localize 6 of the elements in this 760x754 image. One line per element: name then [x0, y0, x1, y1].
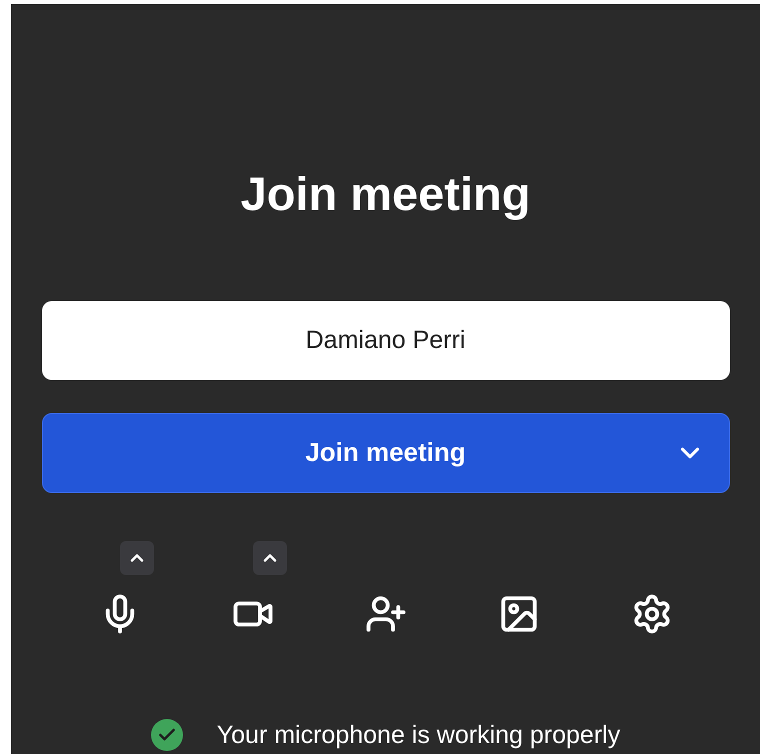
caret-button[interactable]	[252, 540, 286, 574]
title: Join meeting	[240, 166, 530, 222]
name-field[interactable]: Damiano Perri	[42, 301, 730, 380]
join-meeting-button[interactable]: Join meeting	[42, 413, 730, 492]
caret-button[interactable]	[120, 540, 154, 574]
status-message: Your microphone is working properly	[216, 720, 620, 750]
